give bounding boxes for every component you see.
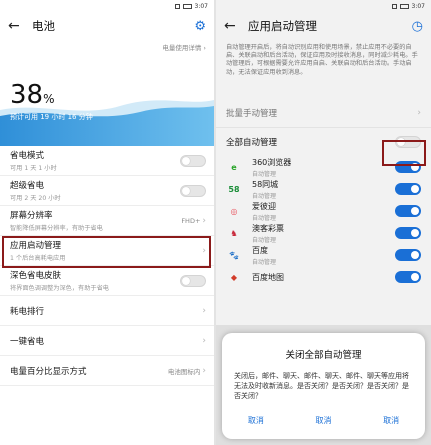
signal-icon	[174, 3, 180, 9]
highlight-box-app-launch	[2, 236, 211, 268]
row-label: 一键省电	[10, 336, 45, 347]
airbnb-icon: ◎	[230, 206, 238, 216]
row-sub: 将界面色调调整为深色，有助于省电	[10, 285, 109, 292]
app-row-lottery[interactable]: ♞ 澳客彩票自动管理	[216, 222, 431, 244]
app-row-airbnb[interactable]: ◎ 爱彼迎自动管理	[216, 200, 431, 222]
back-arrow-icon[interactable]: ←	[8, 18, 26, 34]
power-saving-row[interactable]: 省电模式可用 1 天 1 小时	[0, 146, 214, 176]
battery-screen: 3:07 ← 电池 ⚙ 电量使用详情 › 38% 预计可用 19 小时 16 分…	[0, 0, 214, 445]
dialog-buttons: 取消 取消 取消	[222, 415, 425, 426]
signal-icon	[391, 3, 397, 9]
cancel-button[interactable]: 取消	[315, 415, 331, 426]
app-name: 360浏览器	[252, 157, 292, 167]
chevron-right-icon: ›	[202, 305, 206, 316]
app-list: e 360浏览器 自动管理 58 58同城 自动管理 ◎ 爱彼迎 自动管理 ♞ 澳客彩…	[216, 156, 431, 288]
battery-percentage: 38%	[10, 80, 55, 110]
app-sub: 自动管理	[252, 170, 277, 178]
status-time: 3:07	[411, 2, 425, 10]
page-title: 应用启动管理	[248, 19, 317, 33]
percentage-display-value: 电池图标内	[167, 367, 201, 376]
battery-icon	[182, 3, 192, 9]
chevron-right-icon: ›	[417, 107, 421, 118]
app-row-baidu-map[interactable]: ◆ 百度地图	[216, 266, 431, 288]
app-row-baidu[interactable]: 🐾 百度自动管理	[216, 244, 431, 266]
resolution-value: FHD+	[181, 216, 201, 225]
usage-detail-link[interactable]: 电量使用详情 ›	[162, 42, 206, 52]
chevron-right-icon: ›	[202, 365, 206, 376]
app-switch[interactable]	[395, 271, 421, 283]
one-tap-saving-row[interactable]: 一键省电 ›	[0, 326, 214, 356]
row-label: 深色省电皮肤	[10, 271, 62, 281]
row-sub: 智能降低屏幕分辨率，有助于省电	[10, 225, 103, 232]
page-title: 电池	[32, 19, 55, 33]
paw-icon: 🐾	[229, 250, 239, 260]
dialog-message: 关闭后，邮件、聊天、邮件、聊天、邮件、聊天等应用将无法及时收新消息。是否关闭？是…	[234, 372, 409, 400]
confirm-dialog: 关闭全部自动管理 关闭后，邮件、聊天、邮件、聊天、邮件、聊天等应用将无法及时收新…	[222, 333, 425, 439]
app-sub: 自动管理	[252, 236, 277, 244]
horse-icon: ♞	[230, 228, 238, 238]
app-switch[interactable]	[395, 227, 421, 239]
app-sub: 自动管理	[252, 258, 277, 266]
app-name: 澳客彩票	[252, 223, 284, 233]
chevron-right-icon: ›	[202, 215, 206, 226]
highlight-box-all-auto-switch	[382, 140, 426, 166]
app-launch-screen: 3:07 ← 应用启动管理 ◷ 自动管理开启后，将自动识别应用和使用场景，禁止应…	[216, 0, 431, 445]
app-row-58[interactable]: 58 58同城自动管理	[216, 178, 431, 200]
app-name: 爱彼迎	[252, 201, 276, 211]
cancel-button[interactable]: 取消	[248, 415, 264, 426]
resolution-row[interactable]: 屏幕分辨率智能降低屏幕分辨率，有助于省电 FHD+ ›	[0, 206, 214, 236]
batch-manual-row[interactable]: 批量手动管理 ›	[216, 98, 431, 128]
58-logo-icon: 58	[228, 184, 240, 194]
batch-manual-label: 批量手动管理	[226, 108, 278, 119]
percentage-display-row[interactable]: 电量百分比显示方式 电池图标内 ›	[0, 356, 214, 386]
app-switch[interactable]	[395, 205, 421, 217]
app-sub: 自动管理	[252, 214, 277, 222]
dialog-title: 关闭全部自动管理	[285, 350, 362, 361]
power-saving-switch[interactable]	[180, 154, 206, 167]
dark-skin-row[interactable]: 深色省电皮肤将界面色调调整为深色，有助于省电	[0, 266, 214, 296]
gear-icon[interactable]: ⚙	[194, 19, 206, 34]
browser-e-icon: e	[231, 162, 237, 172]
app-name: 百度地图	[252, 272, 284, 282]
app-sub: 自动管理	[252, 192, 277, 200]
row-label: 省电模式	[10, 151, 45, 161]
back-arrow-icon[interactable]: ←	[224, 18, 242, 34]
row-sub: 可用 1 天 1 小时	[10, 165, 57, 172]
row-label: 耗电排行	[10, 306, 45, 317]
chevron-right-icon: ›	[202, 335, 206, 346]
dark-skin-switch[interactable]	[180, 274, 206, 287]
app-name: 58同城	[252, 179, 279, 189]
app-name: 百度	[252, 245, 268, 255]
all-auto-label: 全部自动管理	[226, 138, 278, 148]
map-pin-icon: ◆	[230, 272, 238, 282]
row-sub: 可用 2 天 20 小时	[10, 195, 61, 202]
ultra-saving-row[interactable]: 超级省电可用 2 天 20 小时	[0, 176, 214, 206]
battery-icon	[399, 3, 409, 9]
cancel-button[interactable]: 取消	[383, 415, 399, 426]
app-switch[interactable]	[395, 249, 421, 261]
auto-manage-description: 自动管理开启后，将自动识别应用和使用场景，禁止应用不必要的自启、关联启动和后台活…	[226, 44, 418, 76]
battery-estimate: 预计可用 19 小时 16 分钟	[10, 113, 93, 121]
ultra-saving-switch[interactable]	[180, 184, 206, 197]
app-launch-app-bar: ← 应用启动管理 ◷	[216, 12, 431, 40]
status-bar: 3:07	[0, 0, 214, 12]
row-label: 屏幕分辨率	[10, 211, 53, 221]
row-label: 超级省电	[10, 181, 45, 191]
status-bar: 3:07	[216, 0, 431, 12]
status-time: 3:07	[194, 2, 208, 10]
row-label: 电量百分比显示方式	[10, 366, 87, 377]
consumption-rank-row[interactable]: 耗电排行 ›	[0, 296, 214, 326]
battery-app-bar: ← 电池 ⚙	[0, 12, 214, 40]
app-switch[interactable]	[395, 183, 421, 195]
history-icon[interactable]: ◷	[412, 19, 423, 34]
battery-hero: 电量使用详情 › 38% 预计可用 19 小时 16 分钟	[0, 40, 214, 146]
